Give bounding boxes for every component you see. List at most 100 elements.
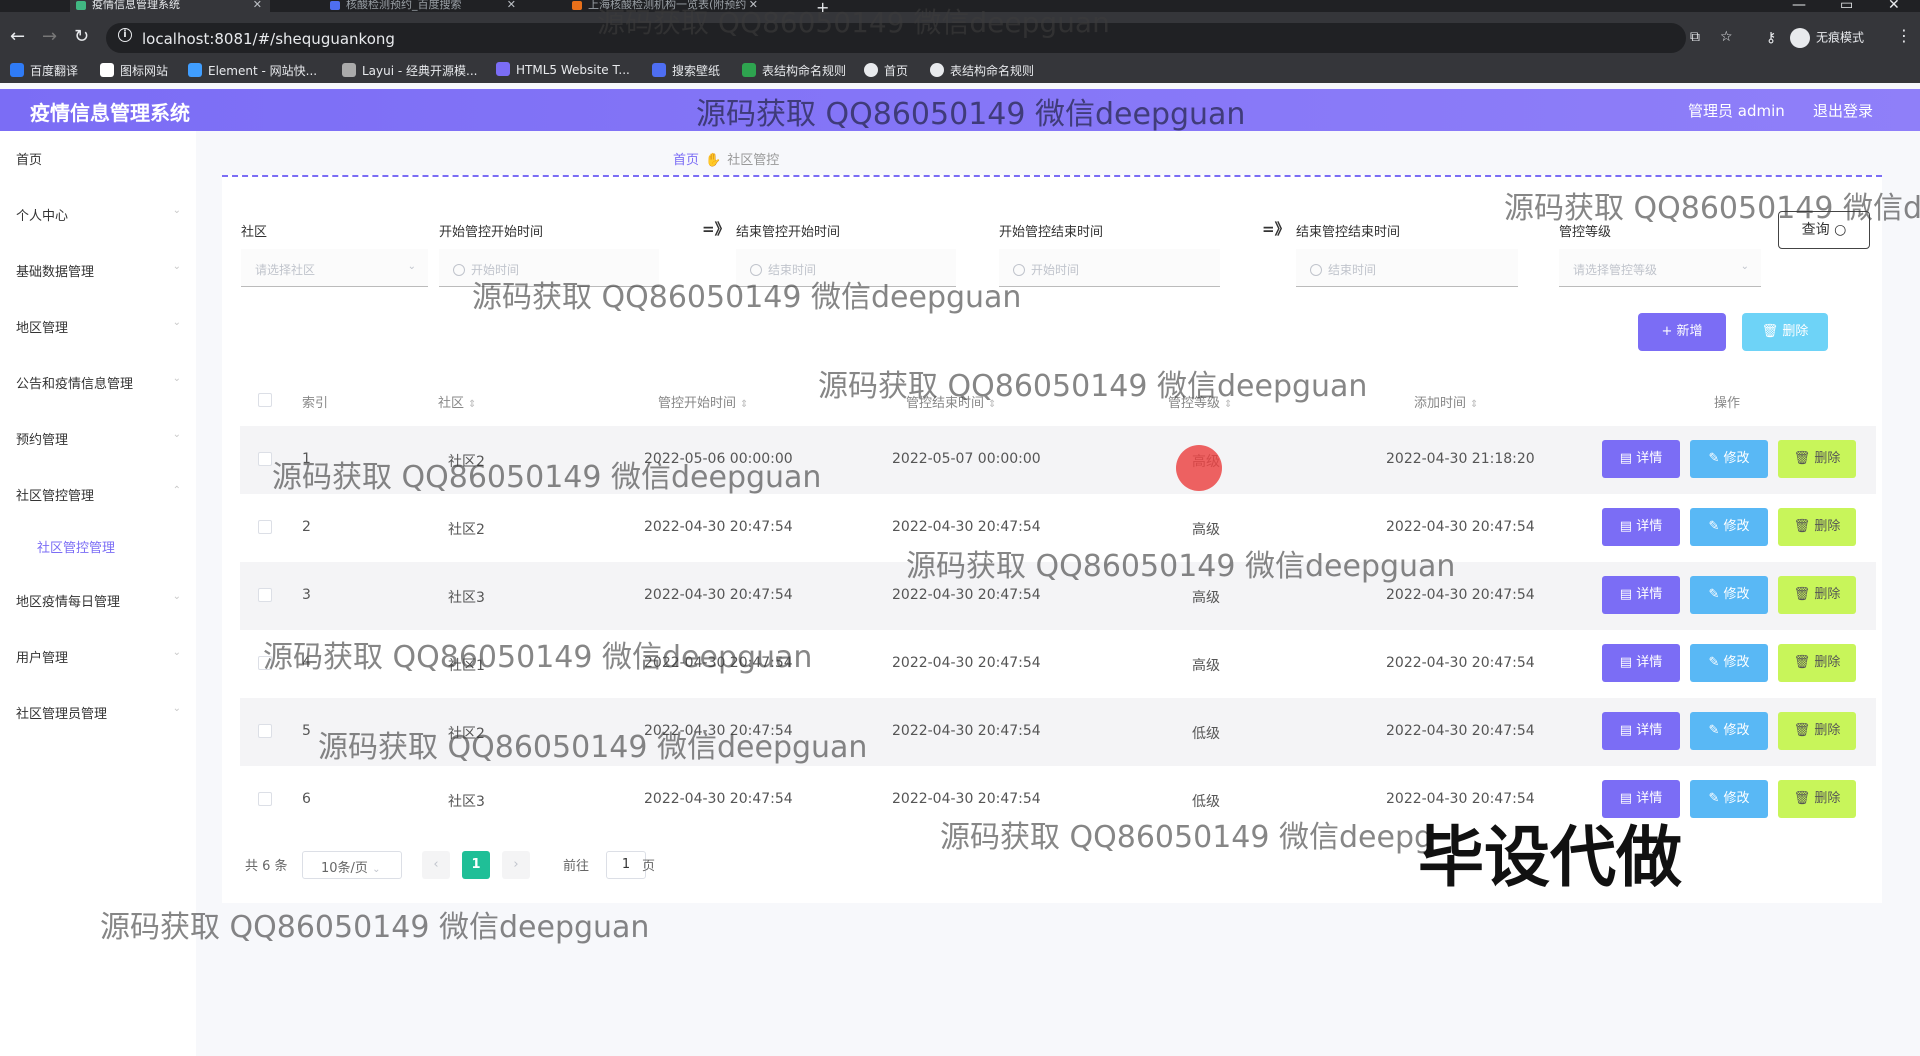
sidebar-item-profile[interactable]: 个人中心 ⌄ xyxy=(16,205,181,224)
cell-community: 社区1 xyxy=(448,658,485,674)
sidebar-item-region[interactable]: 地区管理 ⌄ xyxy=(16,317,181,336)
bookmark[interactable]: 百度翻译 xyxy=(10,62,78,79)
delete-button[interactable]: 🗑 删除 xyxy=(1778,712,1856,750)
detail-button[interactable]: ▤ 详情 xyxy=(1602,508,1680,546)
goto-label: 前往 xyxy=(563,859,590,874)
forward-icon[interactable]: → xyxy=(42,26,57,47)
bookmark[interactable]: 表结构命名规则 xyxy=(930,62,1034,79)
watermark-large: 毕设代做 xyxy=(1418,819,1682,896)
sidebar-item-community-control[interactable]: 社区管控管理 ⌃ xyxy=(16,485,181,504)
browser-tab[interactable]: 上海核酸检测机构一览表(附预约 ✕ xyxy=(566,0,766,12)
bookmark[interactable]: 搜索壁纸 xyxy=(652,62,720,79)
delete-button[interactable]: 🗑 删除 xyxy=(1778,644,1856,682)
reload-icon[interactable]: ↻ xyxy=(74,26,89,47)
end-from-date-input[interactable]: 开始时间 xyxy=(999,249,1220,287)
sidebar-subitem-community-control[interactable]: 社区管控管理 xyxy=(37,537,115,556)
header-label: 管控开始时间 xyxy=(658,396,737,411)
sidebar-item-base-data[interactable]: 基础数据管理 ⌄ xyxy=(16,261,181,280)
start-to-date-input[interactable]: 结束时间 xyxy=(736,249,956,287)
edit-button[interactable]: ✎ 修改 xyxy=(1690,644,1768,682)
bookmark[interactable]: Element - 网站快... xyxy=(188,62,317,79)
prev-page-button[interactable]: ‹ xyxy=(422,851,450,879)
html5-icon xyxy=(496,62,510,76)
bookmark[interactable]: HTML5 Website T... xyxy=(496,62,630,77)
sidebar-item-notice[interactable]: 公告和疫情信息管理 ⌄ xyxy=(16,373,181,392)
chevron-up-icon: ⌃ xyxy=(172,485,181,496)
next-page-button[interactable]: › xyxy=(502,851,530,879)
sidebar-item-admins[interactable]: 社区管理员管理 ⌄ xyxy=(16,703,181,722)
end-to-date-input[interactable]: 结束时间 xyxy=(1296,249,1518,287)
row-checkbox[interactable] xyxy=(258,792,272,806)
detail-button[interactable]: ▤ 详情 xyxy=(1602,576,1680,614)
header-added[interactable]: 添加时间 ⇕ xyxy=(1414,392,1478,411)
goto-page-input[interactable]: 1 xyxy=(606,851,646,879)
header-label: 添加时间 xyxy=(1414,396,1467,411)
close-icon[interactable]: ✕ xyxy=(507,0,516,10)
detail-button[interactable]: ▤ 详情 xyxy=(1602,644,1680,682)
cell-added: 2022-04-30 21:18:20 xyxy=(1386,451,1535,467)
delete-button[interactable]: 🗑 删除 xyxy=(1778,780,1856,818)
row-checkbox[interactable] xyxy=(258,452,272,466)
bookmark[interactable]: Layui - 经典开源模... xyxy=(342,62,477,79)
menu-icon[interactable]: ⋮ xyxy=(1896,26,1912,45)
bookmark[interactable]: 表结构命名规则 xyxy=(742,62,846,79)
table-header: 索引 社区 ⇕ 管控开始时间 ⇕ 管控结束时间 ⇕ 管控等级 ⇕ 添加时间 ⇕ 操作 xyxy=(240,376,1876,426)
back-icon[interactable]: ← xyxy=(10,26,25,47)
edit-button[interactable]: ✎ 修改 xyxy=(1690,712,1768,750)
header-level[interactable]: 管控等级 ⇕ xyxy=(1168,392,1232,411)
address-bar[interactable]: i localhost:8081/#/shequguankong ⧉ ☆ xyxy=(106,23,1733,53)
star-icon[interactable]: ☆ xyxy=(1720,29,1733,45)
placeholder: 开始时间 xyxy=(471,263,520,277)
row-checkbox[interactable] xyxy=(258,656,272,670)
row-checkbox[interactable] xyxy=(258,724,272,738)
browser-tab[interactable]: 核酸检测预约_百度搜索 ✕ xyxy=(324,0,524,12)
cell-community: 社区2 xyxy=(448,454,485,470)
close-icon[interactable]: ✕ xyxy=(749,0,758,10)
select-all-checkbox[interactable] xyxy=(258,393,272,407)
search-button[interactable]: 查询 ○ xyxy=(1778,211,1870,249)
incognito-indicator[interactable]: 无痕模式 xyxy=(1790,28,1864,48)
add-button[interactable]: + 新增 xyxy=(1638,313,1726,351)
sidebar-item-users[interactable]: 用户管理 ⌄ xyxy=(16,647,181,666)
logout-button[interactable]: 退出登录 xyxy=(1813,100,1873,121)
community-select[interactable]: 请选择社区 ⌄ xyxy=(241,249,428,287)
browser-tab-strip: 疫情信息管理系统 ✕ 核酸检测预约_百度搜索 ✕ 上海核酸检测机构一览表(附预约… xyxy=(0,0,1920,17)
edit-label: 修改 xyxy=(1723,791,1750,806)
row-checkbox[interactable] xyxy=(258,520,272,534)
row-checkbox[interactable] xyxy=(258,588,272,602)
delete-button[interactable]: 🗑 删除 xyxy=(1778,576,1856,614)
header-end[interactable]: 管控结束时间 ⇕ xyxy=(906,392,996,411)
close-icon[interactable]: ✕ xyxy=(253,0,262,10)
level-select[interactable]: 请选择管控等级 ⌄ xyxy=(1559,249,1761,287)
table-row: 4 社区1 2022-04-30 20:47:54 2022-04-30 20:… xyxy=(240,630,1876,698)
detail-button[interactable]: ▤ 详情 xyxy=(1602,712,1680,750)
delete-button[interactable]: 🗑 删除 xyxy=(1778,508,1856,546)
bookmark[interactable]: 图标网站 xyxy=(100,62,168,79)
range-arrow: =》 xyxy=(702,220,730,238)
start-from-date-input[interactable]: 开始时间 xyxy=(439,249,659,287)
chevron-down-icon: ⌄ xyxy=(372,864,381,875)
trash-icon: 🗑 xyxy=(1761,324,1783,339)
breadcrumb-home[interactable]: 首页 xyxy=(673,153,699,168)
sidebar-item-daily[interactable]: 地区疫情每日管理 ⌄ xyxy=(16,591,181,610)
header-start[interactable]: 管控开始时间 ⇕ xyxy=(658,392,748,411)
browser-tab-active[interactable]: 疫情信息管理系统 ✕ xyxy=(70,0,270,12)
admin-label: 管理员 admin xyxy=(1688,102,1785,120)
page-number-current[interactable]: 1 xyxy=(462,851,490,879)
delete-button[interactable]: 🗑 删除 xyxy=(1778,440,1856,478)
info-icon[interactable]: i xyxy=(118,28,132,42)
batch-delete-button[interactable]: 🗑 删除 xyxy=(1742,313,1828,351)
header-community[interactable]: 社区 ⇕ xyxy=(438,392,476,411)
edit-button[interactable]: ✎ 修改 xyxy=(1690,780,1768,818)
bookmark[interactable]: 首页 xyxy=(864,62,908,79)
edit-button[interactable]: ✎ 修改 xyxy=(1690,440,1768,478)
sidebar-item-home[interactable]: 首页 xyxy=(16,149,181,168)
edit-button[interactable]: ✎ 修改 xyxy=(1690,508,1768,546)
bookmark-label: 首页 xyxy=(884,64,909,78)
sidebar-item-booking[interactable]: 预约管理 ⌄ xyxy=(16,429,181,448)
translate-icon[interactable]: ⧉ xyxy=(1690,29,1700,45)
page-size-select[interactable]: 10条/页 ⌄ xyxy=(302,851,402,879)
edit-button[interactable]: ✎ 修改 xyxy=(1690,576,1768,614)
key-icon[interactable]: ⚷ xyxy=(1766,30,1776,46)
detail-button[interactable]: ▤ 详情 xyxy=(1602,440,1680,478)
